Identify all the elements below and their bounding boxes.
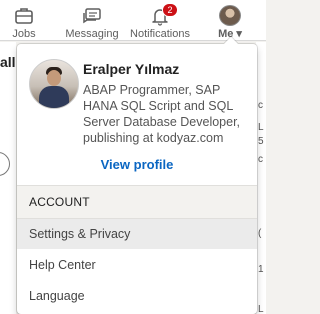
background-fragment: c — [258, 154, 263, 165]
avatar-body — [39, 86, 69, 108]
background-fragment: L — [258, 304, 264, 314]
profile-avatar[interactable] — [29, 59, 79, 109]
profile-headline: ABAP Programmer, SAP HANA SQL Script and… — [83, 83, 241, 145]
nav-notifications[interactable]: 2 Notifications — [129, 0, 191, 40]
menu-item-language[interactable]: Language — [17, 281, 257, 311]
menu-item-label: Help Center — [29, 258, 96, 272]
menu-item-label: Settings & Privacy — [29, 227, 131, 241]
background-fragment: L — [258, 122, 264, 133]
menu-item-label: Language — [29, 289, 85, 303]
background-fragment: c — [258, 100, 263, 111]
nav-notifications-label: Notifications — [130, 28, 190, 40]
nav-jobs[interactable]: Jobs — [4, 0, 44, 40]
top-navigation: Jobs Messaging 2 Notifications Me ▾ — [0, 0, 266, 41]
nav-jobs-label: Jobs — [12, 28, 36, 40]
briefcase-icon — [13, 5, 35, 27]
nav-messaging[interactable]: Messaging — [64, 0, 120, 40]
background-fragment: ( — [258, 228, 262, 239]
background-fragment: 5 — [258, 136, 264, 147]
avatar-head — [47, 70, 61, 86]
me-dropdown-menu: Eralper Yılmaz ABAP Programmer, SAP HANA… — [17, 44, 257, 314]
background-fragment-left: all — [0, 54, 16, 70]
background-fragment: 1 — [258, 264, 264, 275]
avatar — [219, 5, 241, 26]
nav-messaging-label: Messaging — [65, 28, 119, 40]
nav-me[interactable]: Me ▾ — [208, 0, 252, 40]
account-section-label: ACCOUNT — [29, 195, 90, 209]
profile-name: Eralper Yılmaz — [83, 61, 180, 77]
notification-badge: 2 — [162, 3, 178, 17]
menu-item-settings-privacy[interactable]: Settings & Privacy — [17, 219, 257, 249]
background-card-right: c L 5 c ( 1 L — [256, 42, 266, 314]
chevron-down-icon: ▾ — [236, 28, 242, 40]
page: Jobs Messaging 2 Notifications Me ▾ all … — [0, 0, 266, 314]
view-profile-link[interactable]: View profile — [17, 157, 257, 172]
background-card-left — [0, 42, 16, 314]
chat-icon — [81, 5, 103, 27]
bell-icon: 2 — [149, 3, 178, 27]
account-section-header: ACCOUNT — [17, 185, 257, 219]
menu-item-help-center[interactable]: Help Center — [17, 250, 257, 280]
